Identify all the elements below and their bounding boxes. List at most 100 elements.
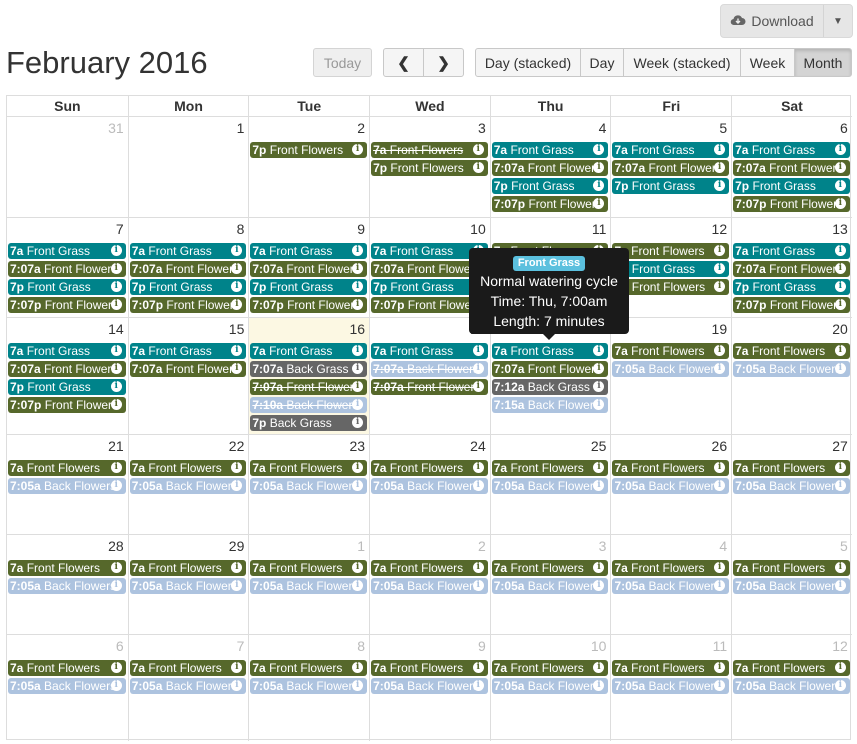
day-number[interactable]: 3: [478, 120, 486, 136]
info-icon[interactable]: i: [110, 281, 122, 292]
calendar-event[interactable]: 7a Front Flowersi: [8, 660, 126, 676]
calendar-event[interactable]: 7p Front Flowersi: [612, 279, 730, 295]
day-cell[interactable]: 8 7a Front Grass i 7:07a Front Flowers i 7p F…: [127, 218, 249, 317]
day-number[interactable]: 13: [832, 221, 848, 237]
info-icon[interactable]: i: [231, 245, 243, 256]
calendar-event[interactable]: 7p Front Grass i: [612, 178, 730, 194]
calendar-event[interactable]: 7a Front Grass i: [129, 343, 247, 359]
info-icon[interactable]: i: [352, 281, 364, 292]
calendar-event[interactable]: 7:07a Front Flowersi: [8, 261, 126, 277]
info-icon[interactable]: i: [110, 462, 122, 473]
info-icon[interactable]: i: [110, 345, 122, 356]
view-day-stacked-button[interactable]: Day (stacked): [475, 48, 581, 77]
info-icon[interactable]: i: [352, 417, 364, 428]
info-icon[interactable]: i: [834, 263, 846, 274]
info-icon[interactable]: i: [593, 144, 605, 155]
day-cell[interactable]: 6 7a Front Flowers i 7:05a Back Flowers i: [7, 635, 128, 741]
info-icon[interactable]: i: [231, 462, 243, 473]
day-number[interactable]: 1: [237, 120, 245, 136]
calendar-event[interactable]: 7a Front Grass i: [250, 343, 368, 359]
day-cell[interactable]: 177a Front Grassi7:07a Back Flowersi7:07…: [369, 318, 490, 434]
info-icon[interactable]: i: [714, 162, 726, 173]
calendar-event[interactable]: 7:05a Back Flowers i: [371, 578, 488, 594]
day-number[interactable]: 19: [712, 321, 728, 337]
calendar-event[interactable]: 7a Front Flowersi: [371, 560, 488, 576]
day-cell[interactable]: 5 7a Front Flowers i 7:05a Back Flowers i: [731, 535, 852, 634]
calendar-event[interactable]: 7:05a Back Flowers i: [491, 578, 609, 594]
calendar-event[interactable]: 7p Front Flowersi: [250, 142, 368, 158]
day-number[interactable]: 10: [591, 638, 607, 654]
info-icon[interactable]: i: [110, 263, 122, 274]
calendar-event[interactable]: 7a Front Flowersi: [612, 343, 730, 359]
info-icon[interactable]: i: [352, 399, 364, 410]
calendar-event[interactable]: 7:07a Front Flowersi: [612, 160, 730, 176]
calendar-event[interactable]: 7:07a Front Flowersi: [733, 261, 850, 277]
info-icon[interactable]: i: [714, 580, 726, 591]
info-icon[interactable]: i: [714, 680, 726, 691]
calendar-event[interactable]: 7:05a Back Flowers i: [733, 578, 850, 594]
day-number[interactable]: 6: [840, 120, 848, 136]
calendar-event[interactable]: 7:05a Back Flowers i: [733, 361, 850, 377]
info-icon[interactable]: i: [714, 144, 726, 155]
calendar-event[interactable]: 7p Front Grass i: [8, 279, 126, 295]
calendar-event[interactable]: 7:05a Back Flowers i: [250, 478, 368, 494]
day-cell[interactable]: 28 7a Front Flowers i 7:05a Back Flowers i: [7, 535, 128, 634]
day-cell[interactable]: 1: [127, 117, 249, 217]
calendar-event[interactable]: 7:07a Front Flowersi: [371, 379, 488, 395]
calendar-event[interactable]: 7a Front Flowersi: [612, 243, 730, 259]
day-number[interactable]: 20: [832, 321, 848, 337]
day-cell[interactable]: 3 7a Front Flowers i 7p Front Flowers i: [369, 117, 490, 217]
day-cell[interactable]: 10 7a Front Flowers i 7:05a Back Flowers i: [489, 635, 611, 741]
calendar-event[interactable]: 7a Front Flowersi: [612, 560, 730, 576]
info-icon[interactable]: i: [110, 662, 122, 673]
calendar-event[interactable]: 7a Front Flowersi: [250, 560, 368, 576]
day-number[interactable]: 23: [349, 438, 365, 454]
calendar-event[interactable]: 7:07a Front Flowersi: [129, 361, 247, 377]
info-icon[interactable]: i: [231, 562, 243, 573]
calendar-event[interactable]: 7p Front Grass i: [491, 178, 609, 194]
day-cell[interactable]: 29 7a Front Flowers i 7:05a Back Flowers i: [127, 535, 249, 634]
calendar-event[interactable]: 7:05a Back Flowers i: [8, 678, 126, 694]
calendar-event[interactable]: 7a Front Grass i: [371, 343, 488, 359]
day-number[interactable]: 14: [108, 321, 124, 337]
calendar-event[interactable]: 7:05a Back Flowers i: [371, 478, 488, 494]
day-cell[interactable]: 31: [7, 117, 128, 217]
info-icon[interactable]: i: [593, 180, 605, 191]
calendar-event[interactable]: 7:07a Front Flowersi: [250, 379, 368, 395]
info-icon[interactable]: i: [352, 480, 364, 491]
day-cell[interactable]: 2 7p Front Flowers i: [248, 117, 369, 217]
day-number[interactable]: 2: [478, 538, 486, 554]
calendar-event[interactable]: 7:07p Front Flowersi: [8, 397, 126, 413]
info-icon[interactable]: i: [231, 480, 243, 491]
info-icon[interactable]: i: [714, 263, 726, 274]
day-cell[interactable]: 15 7a Front Grass i 7:07a Front Flowers i: [127, 318, 249, 434]
calendar-event[interactable]: 7p Back Grass i: [250, 415, 368, 431]
calendar-event[interactable]: 7a Front Grass i: [733, 142, 850, 158]
calendar-event[interactable]: 7:07p Front Flowersi: [733, 297, 850, 313]
day-cell[interactable]: 25 7a Front Flowers i 7:05a Back Flowers i: [489, 435, 611, 534]
calendar-event[interactable]: 7a Front Flowersi: [733, 343, 850, 359]
info-icon[interactable]: i: [593, 399, 605, 410]
day-number[interactable]: 5: [719, 120, 727, 136]
day-cell[interactable]: 27 7a Front Flowers i 7:05a Back Flowers i: [731, 435, 852, 534]
info-icon[interactable]: i: [834, 580, 846, 591]
day-number[interactable]: 21: [108, 438, 124, 454]
info-icon[interactable]: i: [834, 198, 846, 209]
calendar-event[interactable]: 7a Front Grass i: [8, 243, 126, 259]
day-number[interactable]: 11: [713, 638, 728, 654]
info-icon[interactable]: i: [110, 562, 122, 573]
info-icon[interactable]: i: [834, 480, 846, 491]
calendar-event[interactable]: 7a Front Flowersi: [129, 460, 247, 476]
day-number[interactable]: 26: [712, 438, 728, 454]
day-number[interactable]: 31: [108, 120, 124, 136]
calendar-event[interactable]: 7:05a Back Flowers i: [491, 478, 609, 494]
view-month-button[interactable]: Month: [794, 48, 852, 77]
day-cell[interactable]: 1 7a Front Flowers i 7:05a Back Flowers i: [248, 535, 369, 634]
view-week-stacked-button[interactable]: Week (stacked): [623, 48, 741, 77]
next-button[interactable]: ❯: [423, 48, 464, 77]
day-number[interactable]: 10: [470, 221, 486, 237]
calendar-event[interactable]: 7:05a Back Flowers i: [250, 578, 368, 594]
info-icon[interactable]: i: [472, 480, 484, 491]
info-icon[interactable]: i: [834, 281, 846, 292]
info-icon[interactable]: i: [593, 162, 605, 173]
